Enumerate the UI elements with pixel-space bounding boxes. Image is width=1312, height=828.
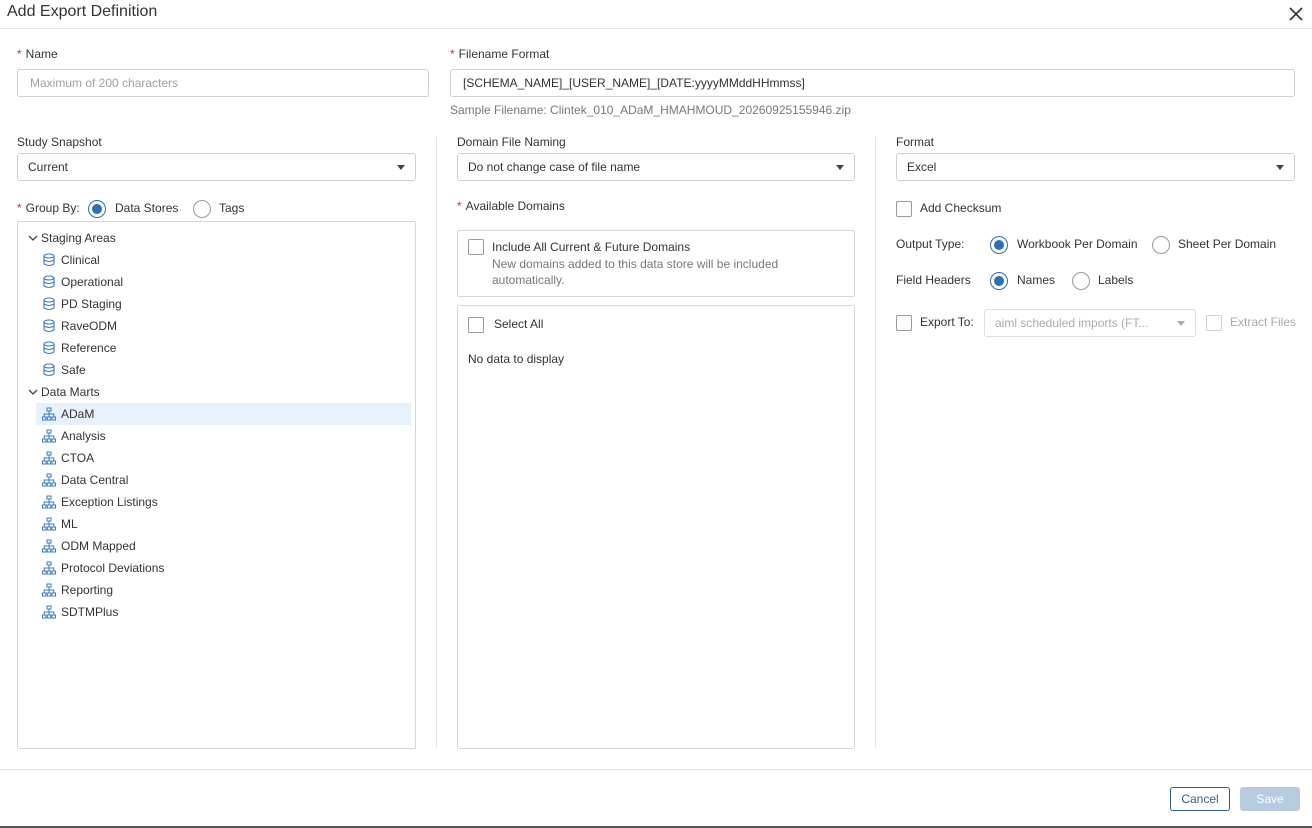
dialog-header: Add Export Definition — [0, 0, 1312, 29]
available-domains-label: * Available Domains — [457, 199, 565, 213]
output-type-sheet-radio[interactable] — [1152, 236, 1170, 254]
group-by-tags-radio[interactable] — [193, 200, 211, 218]
study-snapshot-select[interactable]: Current — [17, 153, 416, 181]
group-by-label: * Group By: — [17, 201, 80, 215]
field-headers-names-label: Names — [1017, 273, 1056, 287]
tree-item-protocol-deviations[interactable]: Protocol Deviations — [36, 557, 411, 579]
tree-item-sdtmplus[interactable]: SDTMPlus — [36, 601, 411, 623]
include-all-label: Include All Current & Future Domains — [492, 240, 691, 254]
include-all-checkbox[interactable] — [468, 239, 484, 255]
format-label: Format — [896, 135, 935, 149]
database-icon — [43, 297, 55, 311]
tree-item-reference[interactable]: Reference — [36, 337, 411, 359]
include-all-description-cont: automatically. — [492, 273, 565, 287]
add-checksum-checkbox[interactable] — [896, 201, 912, 217]
field-headers-names-radio[interactable] — [990, 272, 1008, 290]
database-icon — [43, 253, 55, 267]
tree-item-safe[interactable]: Safe — [36, 359, 411, 381]
tree-item-exception-listings[interactable]: Exception Listings — [36, 491, 411, 513]
hierarchy-icon — [42, 429, 56, 443]
group-by-data-stores-label: Data Stores — [115, 201, 179, 215]
caret-down-icon — [1177, 321, 1185, 326]
close-icon[interactable] — [1287, 5, 1305, 23]
add-checksum-label: Add Checksum — [920, 201, 1002, 215]
export-to-select[interactable]: aiml scheduled imports (FT... — [984, 309, 1196, 337]
include-all-description: New domains added to this data store wil… — [492, 257, 779, 271]
data-store-tree: Staging Areas Clinical Operational PD St… — [17, 221, 416, 749]
domains-list: Select All No data to display — [457, 305, 855, 749]
export-to-value: aiml scheduled imports (FT... — [995, 316, 1149, 330]
select-all-label: Select All — [494, 317, 544, 331]
hierarchy-icon — [42, 473, 56, 487]
include-all-box: Include All Current & Future Domains New… — [457, 230, 855, 297]
tree-item-operational[interactable]: Operational — [36, 271, 411, 293]
tree-item-odm-mapped[interactable]: ODM Mapped — [36, 535, 411, 557]
hierarchy-icon — [42, 407, 56, 421]
extract-files-label: Extract Files — [1230, 315, 1297, 329]
tree-item-ctoa[interactable]: CTOA — [36, 447, 411, 469]
tree-item-analysis[interactable]: Analysis — [36, 425, 411, 447]
dialog-title: Add Export Definition — [7, 3, 158, 20]
field-headers-labels-radio[interactable] — [1072, 272, 1090, 290]
chevron-down-icon — [28, 235, 38, 241]
study-snapshot-label: Study Snapshot — [17, 135, 102, 149]
field-headers-labels-label: Labels — [1098, 273, 1134, 287]
hierarchy-icon — [42, 539, 56, 553]
name-label: * Name — [17, 47, 58, 61]
output-type-sheet-label: Sheet Per Domain — [1178, 237, 1277, 251]
domain-file-naming-value: Do not change case of file name — [468, 160, 641, 174]
tree-group-data-marts[interactable]: Data Marts — [26, 381, 406, 403]
save-button[interactable]: Save — [1240, 787, 1300, 811]
column-divider — [875, 137, 876, 748]
tree-item-clinical[interactable]: Clinical — [36, 249, 411, 271]
domain-file-naming-select[interactable]: Do not change case of file name — [457, 153, 855, 181]
output-type-workbook-radio[interactable] — [990, 236, 1008, 254]
filename-format-label: * Filename Format — [450, 47, 550, 61]
caret-down-icon — [836, 165, 844, 170]
hierarchy-icon — [42, 561, 56, 575]
hierarchy-icon — [42, 583, 56, 597]
tree-item-ml[interactable]: ML — [36, 513, 411, 535]
hierarchy-icon — [42, 517, 56, 531]
output-type-label: Output Type: — [896, 237, 965, 251]
database-icon — [43, 363, 55, 377]
tree-item-reporting[interactable]: Reporting — [36, 579, 411, 601]
empty-state-text: No data to display — [468, 352, 565, 366]
name-input[interactable] — [17, 69, 429, 97]
filename-format-input[interactable] — [450, 69, 1295, 97]
export-to-label: Export To: — [920, 315, 974, 329]
database-icon — [43, 341, 55, 355]
domain-file-naming-label: Domain File Naming — [457, 135, 566, 149]
cancel-button[interactable]: Cancel — [1170, 787, 1230, 811]
database-icon — [43, 275, 55, 289]
hierarchy-icon — [42, 495, 56, 509]
tree-item-raveodm[interactable]: RaveODM — [36, 315, 411, 337]
tree-group-staging-areas[interactable]: Staging Areas — [26, 227, 406, 249]
tree-item-data-central[interactable]: Data Central — [36, 469, 411, 491]
caret-down-icon — [397, 165, 405, 170]
caret-down-icon — [1276, 165, 1284, 170]
export-to-checkbox[interactable] — [896, 315, 912, 331]
group-by-data-stores-radio[interactable] — [88, 200, 106, 218]
output-type-workbook-label: Workbook Per Domain — [1017, 237, 1138, 251]
sample-filename: Sample Filename: Clintek_010_ADaM_HMAHMO… — [450, 103, 851, 117]
column-divider — [436, 137, 437, 748]
hierarchy-icon — [42, 451, 56, 465]
tree-item-adam[interactable]: ADaM — [36, 403, 411, 425]
field-headers-label: Field Headers — [896, 273, 971, 287]
format-select[interactable]: Excel — [896, 153, 1295, 181]
study-snapshot-value: Current — [28, 160, 69, 174]
format-value: Excel — [907, 160, 937, 174]
dialog-footer — [0, 769, 1312, 828]
extract-files-checkbox[interactable] — [1206, 315, 1222, 331]
chevron-down-icon — [28, 389, 38, 395]
hierarchy-icon — [42, 605, 56, 619]
tree-item-pd-staging[interactable]: PD Staging — [36, 293, 411, 315]
database-icon — [43, 319, 55, 333]
group-by-tags-label: Tags — [219, 201, 245, 215]
select-all-checkbox[interactable] — [468, 317, 484, 333]
